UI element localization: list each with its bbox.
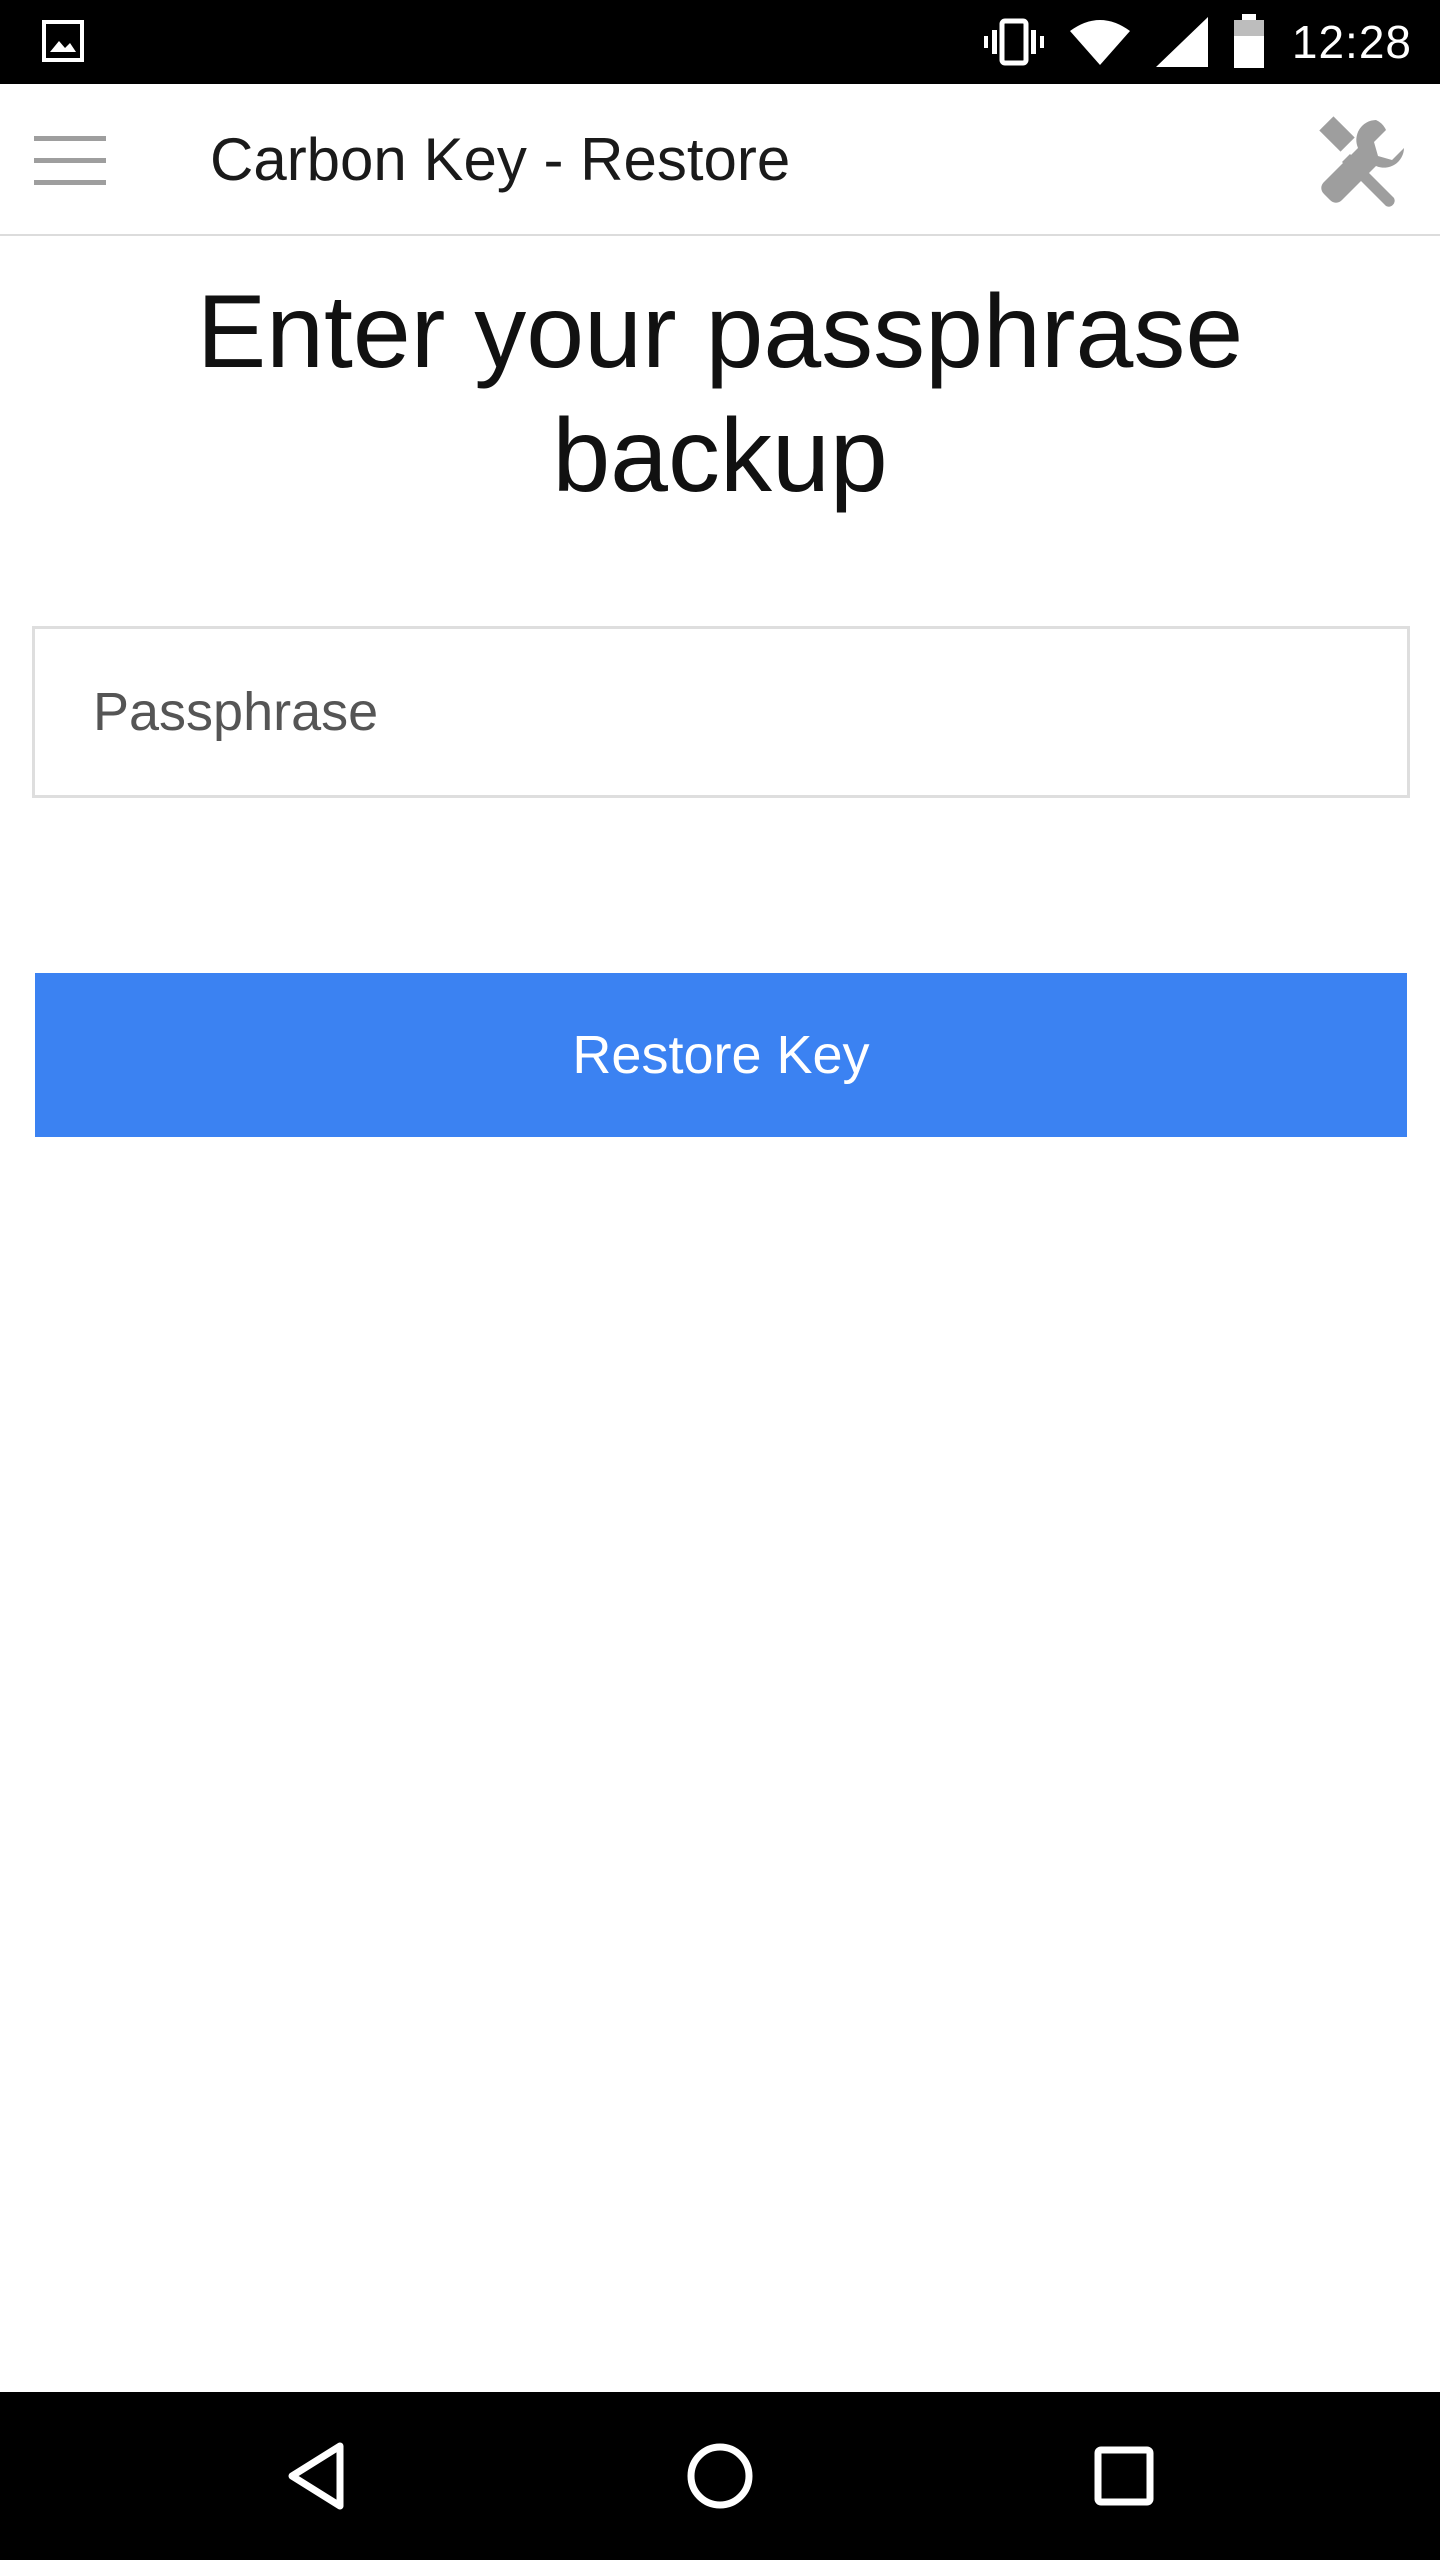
back-icon[interactable] [274, 2434, 358, 2518]
battery-icon [1232, 14, 1266, 70]
recents-icon[interactable] [1082, 2434, 1166, 2518]
passphrase-input[interactable] [32, 626, 1410, 798]
status-clock: 12:28 [1291, 16, 1412, 68]
wifi-icon [1068, 17, 1132, 67]
cell-signal-icon [1154, 15, 1210, 69]
page-heading-line2: backup [552, 398, 888, 514]
page-heading-line1: Enter your passphrase [196, 274, 1244, 390]
vibrate-icon [982, 17, 1046, 67]
menu-icon[interactable] [34, 134, 106, 188]
restore-key-button[interactable]: Restore Key [35, 973, 1407, 1137]
app-title: Carbon Key - Restore [210, 126, 791, 193]
screen: 12:28 Carbon Key - Restore Enter your pa… [0, 0, 1440, 2560]
status-bar: 12:28 [0, 0, 1440, 84]
page-heading: Enter your passphrase backup [0, 270, 1440, 518]
gallery-notification-icon [42, 20, 84, 62]
tools-icon[interactable] [1314, 114, 1410, 210]
home-icon[interactable] [678, 2434, 762, 2518]
navigation-bar [0, 2392, 1440, 2560]
app-bar: Carbon Key - Restore [0, 84, 1440, 236]
status-icons: 12:28 [982, 0, 1412, 84]
